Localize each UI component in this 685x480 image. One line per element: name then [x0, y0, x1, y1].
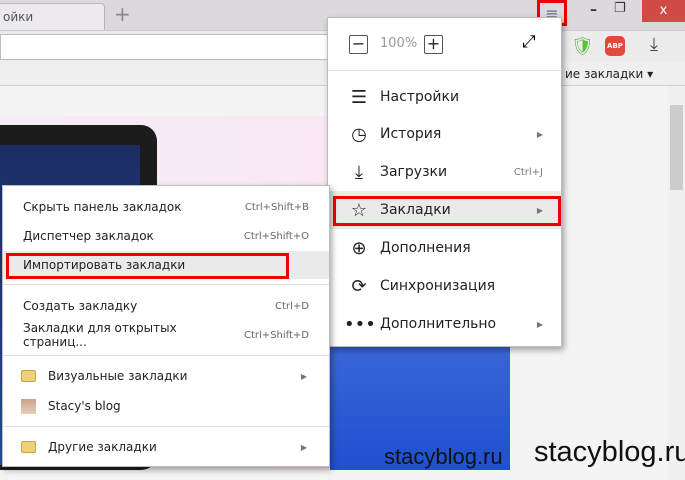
shortcut: Ctrl+Shift+B: [244, 201, 309, 213]
zoom-level: 100%: [380, 36, 418, 51]
menu-item-label: Настройки: [380, 89, 460, 105]
menu-item-label: Закладки для открытых страниц...: [23, 321, 177, 349]
chevron-right-icon: ▶: [300, 371, 307, 381]
scrollbar-thumb[interactable]: [670, 105, 683, 190]
watermark: stacyblog.ru: [534, 436, 685, 468]
zoom-row: − 100% + ⤢: [328, 26, 561, 62]
adblock-icon[interactable]: ABP: [605, 36, 625, 56]
submenu-item-stacys-blog[interactable]: Stacy's blog: [3, 392, 329, 420]
divider: [328, 70, 561, 71]
divider: [3, 355, 329, 356]
chevron-right-icon: ▶: [536, 319, 543, 329]
menu-item-label: Stacy's blog: [48, 399, 121, 413]
menu-item-extensions[interactable]: ⊕ Дополнения: [328, 229, 561, 267]
highlight-box: [6, 253, 289, 279]
menu-item-downloads[interactable]: ⤓ Загрузки Ctrl+J: [328, 153, 561, 191]
menu-item-label: Создать закладку: [23, 299, 138, 313]
new-tab-button[interactable]: +: [114, 2, 131, 26]
menu-item-label: Другие закладки: [48, 440, 157, 454]
folder-icon: [21, 370, 36, 382]
menu-item-label: История: [380, 126, 442, 142]
menu-item-label: Синхронизация: [380, 278, 496, 294]
bookmarks-submenu: Скрыть панель закладок Ctrl+Shift+B Диспе…: [2, 185, 330, 467]
zoom-out-button[interactable]: −: [349, 35, 368, 54]
menu-item-history[interactable]: ◷ История ▶: [328, 115, 561, 153]
main-menu: − 100% + ⤢ ☰ Настройки ◷ История ▶ ⤓ Загрузк…: [327, 17, 562, 347]
more-icon: •••: [344, 313, 376, 335]
watermark: stacyblog.ru: [384, 444, 503, 469]
shortcut: Ctrl+D: [275, 300, 309, 312]
settings-icon: ☰: [350, 86, 368, 108]
menu-item-label: Диспетчер закладок: [23, 229, 154, 243]
chevron-right-icon: ▶: [300, 442, 307, 452]
restore-button[interactable]: ❐: [614, 1, 626, 16]
menu-item-label: Загрузки: [380, 164, 448, 180]
browser-tab[interactable]: ойки: [0, 3, 105, 30]
menu-item-settings[interactable]: ☰ Настройки: [328, 78, 561, 116]
other-bookmarks-button[interactable]: ие закладки ▾: [565, 67, 653, 81]
menu-item-label: Дополнительно: [380, 316, 497, 332]
zoom-in-button[interactable]: +: [424, 35, 443, 54]
submenu-item-visual[interactable]: Визуальные закладки ▶: [3, 362, 329, 390]
submenu-item-hide-bar[interactable]: Скрыть панель закладок Ctrl+Shift+B: [3, 193, 329, 221]
close-button[interactable]: x: [642, 0, 685, 22]
plus-circle-icon: ⊕: [351, 237, 367, 259]
downloads-icon[interactable]: ⤓: [650, 34, 658, 55]
favicon-icon: [21, 398, 36, 414]
highlight-box: [333, 196, 561, 226]
fullscreen-icon[interactable]: ⤢: [522, 32, 536, 52]
folder-icon: [21, 441, 36, 453]
submenu-item-other[interactable]: Другие закладки ▶: [3, 433, 329, 461]
minimize-button[interactable]: –: [590, 2, 597, 18]
download-icon: ⤓: [355, 161, 363, 183]
clock-icon: ◷: [351, 123, 367, 145]
address-bar[interactable]: [0, 34, 330, 60]
submenu-item-manager[interactable]: Диспетчер закладок Ctrl+Shift+O: [3, 222, 329, 250]
submenu-item-create[interactable]: Создать закладку Ctrl+D: [3, 292, 329, 320]
menu-item-more[interactable]: ••• Дополнительно ▶: [328, 305, 561, 343]
shortcut: Ctrl+Shift+D: [244, 329, 309, 341]
divider: [3, 284, 329, 285]
shortcut: Ctrl+J: [513, 166, 543, 178]
submenu-item-open-pages[interactable]: Закладки для открытых страниц... Ctrl+Shi…: [3, 321, 329, 349]
shortcut: Ctrl+Shift+O: [243, 230, 309, 242]
sync-icon: ⟳: [351, 275, 367, 297]
chevron-right-icon: ▶: [536, 129, 543, 139]
menu-item-label: Скрыть панель закладок: [23, 200, 182, 214]
shield-icon[interactable]: 🛡: [571, 36, 594, 57]
menu-item-label: Визуальные закладки: [48, 369, 188, 383]
menu-item-sync[interactable]: ⟳ Синхронизация: [328, 267, 561, 305]
divider: [3, 426, 329, 427]
menu-item-label: Дополнения: [380, 240, 471, 256]
